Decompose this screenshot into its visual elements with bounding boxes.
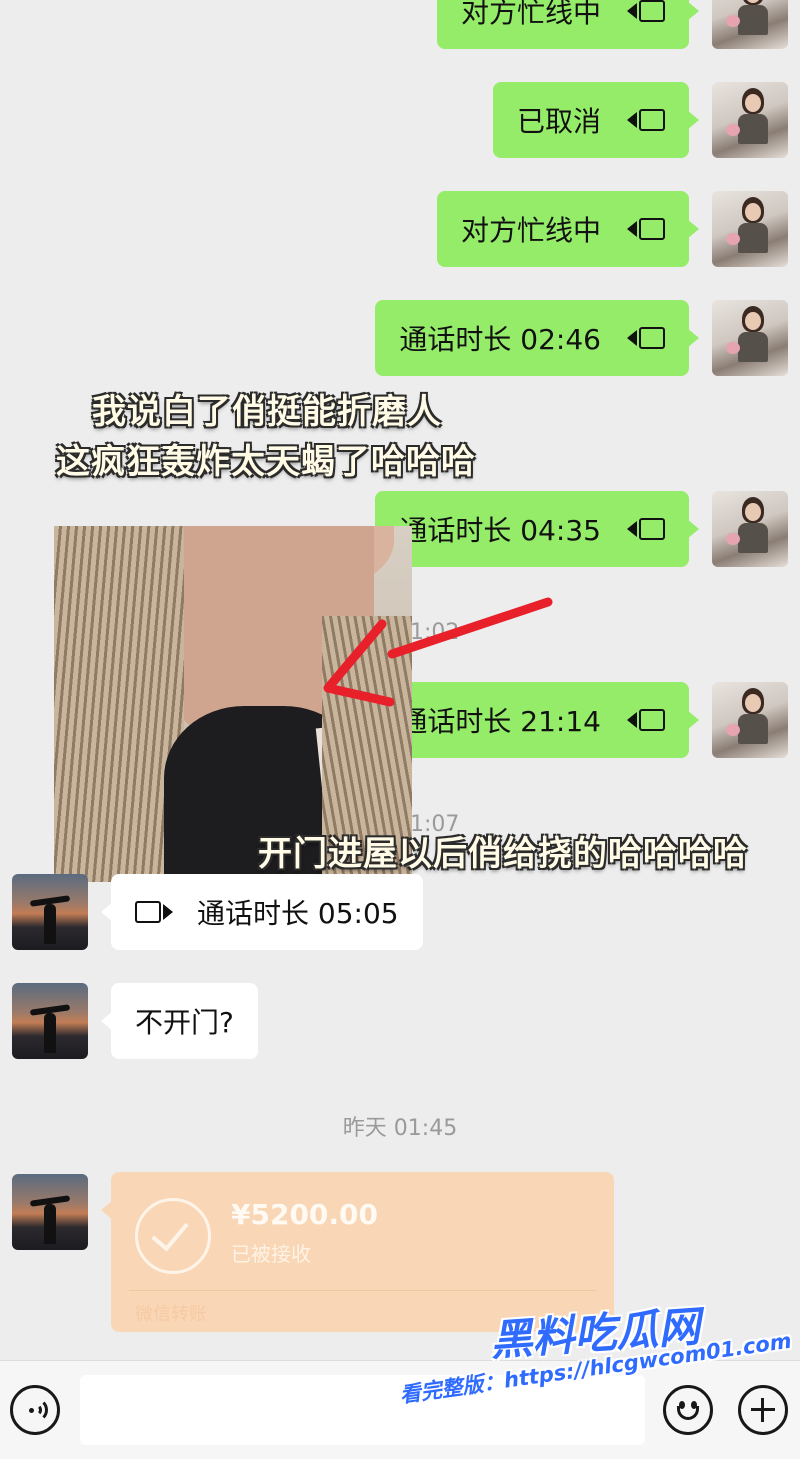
red-arrow-icon (323, 597, 553, 707)
more-button[interactable] (738, 1385, 788, 1435)
avatar[interactable] (12, 983, 88, 1059)
video-call-icon (625, 518, 665, 540)
message-text: 通话时长 04:35 (399, 514, 601, 547)
avatar[interactable] (712, 82, 788, 158)
incoming-message[interactable]: 通话时长 05:05 (101, 874, 423, 950)
message-text: 不开门? (135, 1006, 234, 1039)
video-call-icon (135, 901, 175, 923)
chat-area[interactable]: 对方忙线中 已取消 对方忙线中 通话时长 02:46 通话时长 04:35 1:… (0, 0, 800, 1360)
incoming-message[interactable]: 不开门? (101, 983, 258, 1059)
video-call-icon (625, 327, 665, 349)
avatar[interactable] (12, 1174, 88, 1250)
message-text: 对方忙线中 (460, 0, 601, 29)
transfer-status: 已被接收 (231, 1242, 311, 1266)
outgoing-message[interactable]: 通话时长 02:46 (375, 300, 699, 376)
outgoing-message[interactable]: 已取消 (492, 82, 700, 158)
voice-button[interactable] (10, 1385, 60, 1435)
video-call-icon (625, 709, 665, 731)
message-text: 通话时长 05:05 (197, 897, 399, 930)
avatar[interactable] (712, 191, 788, 267)
avatar[interactable] (712, 682, 788, 758)
outgoing-message[interactable]: 对方忙线中 (436, 0, 700, 49)
input-bar (0, 1360, 800, 1459)
video-call-icon (625, 109, 665, 131)
caption: 开门进屋以后俏给挠的哈哈哈哈 (258, 834, 748, 874)
caption: 这疯狂轰炸太天蝎了哈哈哈 (56, 442, 476, 482)
caption: 我说白了俏挺能折磨人 (92, 392, 442, 432)
avatar[interactable] (712, 300, 788, 376)
transfer-amount: ¥5200.00 (231, 1198, 379, 1231)
video-call-icon (625, 218, 665, 240)
timestamp: 昨天 01:45 (342, 1116, 458, 1141)
video-call-icon (625, 0, 665, 22)
avatar[interactable] (712, 491, 788, 567)
divider (129, 1290, 596, 1291)
avatar[interactable] (12, 874, 88, 950)
message-text: 通话时长 02:46 (399, 323, 601, 356)
message-text: 对方忙线中 (460, 214, 601, 247)
avatar[interactable] (712, 0, 788, 49)
check-icon (135, 1198, 211, 1274)
outgoing-message[interactable]: 通话时长 04:35 (375, 491, 699, 567)
emoji-button[interactable] (663, 1385, 713, 1435)
message-text: 已取消 (516, 105, 601, 138)
transfer-source: 微信转账 (135, 1304, 207, 1325)
outgoing-message[interactable]: 对方忙线中 (436, 191, 700, 267)
